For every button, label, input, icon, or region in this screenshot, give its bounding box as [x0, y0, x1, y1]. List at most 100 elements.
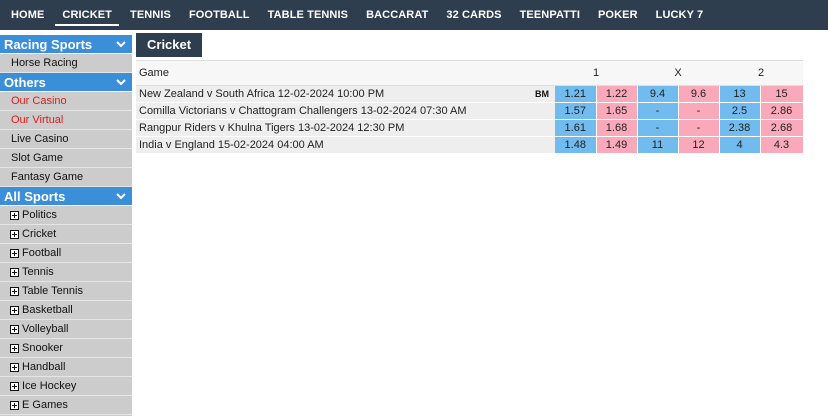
- match-name[interactable]: New Zealand v South Africa 12-02-2024 10…: [136, 85, 555, 103]
- nav-poker[interactable]: POKER: [589, 0, 647, 30]
- plus-icon: [10, 381, 19, 391]
- top-nav: HOME CRICKET TENNIS FOOTBALL TABLE TENNI…: [0, 0, 828, 30]
- odds-lay-1[interactable]: 1.49: [596, 136, 638, 154]
- column-header-1: 1: [555, 60, 637, 86]
- racing-sports-title: Racing Sports: [4, 36, 93, 52]
- odds-back-2[interactable]: 2.5: [719, 102, 761, 120]
- sidebar-item-table-tennis[interactable]: Table Tennis: [0, 282, 132, 301]
- tab-cricket[interactable]: Cricket: [136, 33, 203, 57]
- sidebar-item-label: Basketball: [22, 304, 73, 316]
- plus-icon: [10, 286, 19, 296]
- sidebar-item-basketball[interactable]: Basketball: [0, 301, 132, 320]
- sidebar-item-label: E Games: [22, 399, 68, 411]
- plus-icon: [10, 343, 19, 353]
- main-content: Cricket Game 1 X 2 New Zealand v South A…: [136, 33, 804, 154]
- others-header[interactable]: Others: [0, 73, 132, 92]
- bm-badge: BM: [535, 89, 549, 99]
- plus-icon: [10, 210, 19, 220]
- table-row: New Zealand v South Africa 12-02-2024 10…: [136, 85, 804, 103]
- chevron-down-icon: [114, 189, 128, 203]
- sidebar-item-label: Politics: [22, 209, 57, 221]
- sidebar-item-live-casino[interactable]: Live Casino: [0, 130, 132, 149]
- odds-back-2[interactable]: 2.38: [719, 119, 761, 137]
- nav-table-tennis[interactable]: TABLE TENNIS: [259, 0, 357, 30]
- odds-lay-2[interactable]: 4.3: [760, 136, 804, 154]
- odds-lay-1[interactable]: 1.22: [596, 85, 638, 103]
- chevron-down-icon: [114, 75, 128, 89]
- table-header-row: Game 1 X 2: [136, 60, 803, 86]
- all-sports-header[interactable]: All Sports: [0, 187, 132, 206]
- sidebar-item-football[interactable]: Football: [0, 244, 132, 263]
- odds-lay-x[interactable]: 9.6: [678, 85, 720, 103]
- match-name[interactable]: Comilla Victorians v Chattogram Challeng…: [136, 102, 555, 120]
- nav-baccarat[interactable]: BACCARAT: [357, 0, 437, 30]
- sidebar-item-label: Table Tennis: [22, 285, 83, 297]
- sidebar-item-cricket[interactable]: Cricket: [0, 225, 132, 244]
- odds-back-1[interactable]: 1.48: [555, 136, 597, 154]
- match-name-text: New Zealand v South Africa 12-02-2024 10…: [139, 88, 385, 100]
- sidebar-item-ice-hockey[interactable]: Ice Hockey: [0, 377, 132, 396]
- sidebar-item-slot-game[interactable]: Slot Game: [0, 149, 132, 168]
- racing-sports-header[interactable]: Racing Sports: [0, 35, 132, 54]
- sidebar-item-label: Football: [22, 247, 62, 259]
- nav-teenpatti[interactable]: TEENPATTI: [511, 0, 589, 30]
- table-row: Rangpur Riders v Khulna Tigers 13-02-202…: [136, 119, 804, 137]
- odds-lay-1[interactable]: 1.68: [596, 119, 638, 137]
- plus-icon: [10, 267, 19, 277]
- nav-cricket[interactable]: CRICKET: [53, 0, 121, 30]
- plus-icon: [10, 305, 19, 315]
- plus-icon: [10, 324, 19, 334]
- match-name[interactable]: India v England 15-02-2024 04:00 AM: [136, 136, 555, 154]
- odds-lay-2[interactable]: 15: [760, 85, 804, 103]
- sidebar-item-our-virtual[interactable]: Our Virtual: [0, 111, 132, 130]
- match-name-text: Comilla Victorians v Chattogram Challeng…: [139, 105, 467, 117]
- odds-lay-x[interactable]: -: [678, 102, 720, 120]
- column-header-game: Game: [136, 60, 555, 86]
- column-header-x: X: [637, 60, 719, 86]
- odds-back-2[interactable]: 13: [719, 85, 761, 103]
- odds-lay-x[interactable]: -: [678, 119, 720, 137]
- odds-back-1[interactable]: 1.21: [555, 85, 597, 103]
- odds-lay-1[interactable]: 1.65: [596, 102, 638, 120]
- odds-lay-2[interactable]: 2.68: [760, 119, 804, 137]
- plus-icon: [10, 248, 19, 258]
- sidebar-item-tennis[interactable]: Tennis: [0, 263, 132, 282]
- odds-lay-2[interactable]: 2.86: [760, 102, 804, 120]
- nav-lucky-7[interactable]: LUCKY 7: [647, 0, 713, 30]
- nav-32-cards[interactable]: 32 CARDS: [437, 0, 510, 30]
- column-header-2: 2: [719, 60, 803, 86]
- others-title: Others: [4, 74, 46, 90]
- sidebar-item-politics[interactable]: Politics: [0, 206, 132, 225]
- match-name-text: Rangpur Riders v Khulna Tigers 13-02-202…: [139, 122, 405, 134]
- table-row: India v England 15-02-2024 04:00 AM 1.48…: [136, 136, 804, 154]
- nav-football[interactable]: FOOTBALL: [180, 0, 259, 30]
- odds-back-1[interactable]: 1.57: [555, 102, 597, 120]
- table-row: Comilla Victorians v Chattogram Challeng…: [136, 102, 804, 120]
- sidebar-item-label: Cricket: [22, 228, 57, 240]
- sidebar-item-fantasy-game[interactable]: Fantasy Game: [0, 168, 132, 187]
- odds-lay-x[interactable]: 12: [678, 136, 720, 154]
- plus-icon: [10, 400, 19, 410]
- odds-back-2[interactable]: 4: [719, 136, 761, 154]
- odds-back-x[interactable]: 11: [637, 136, 679, 154]
- sidebar-item-our-casino[interactable]: Our Casino: [0, 92, 132, 111]
- sidebar-item-horse-racing[interactable]: Horse Racing: [0, 54, 132, 73]
- match-name[interactable]: Rangpur Riders v Khulna Tigers 13-02-202…: [136, 119, 555, 137]
- sidebar-item-snooker[interactable]: Snooker: [0, 339, 132, 358]
- chevron-down-icon: [114, 37, 128, 51]
- sidebar-item-label: Ice Hockey: [22, 380, 77, 392]
- sidebar-item-handball[interactable]: Handball: [0, 358, 132, 377]
- sidebar-item-label: Handball: [22, 361, 66, 373]
- odds-back-1[interactable]: 1.61: [555, 119, 597, 137]
- odds-back-x[interactable]: -: [637, 119, 679, 137]
- nav-tennis[interactable]: TENNIS: [121, 0, 180, 30]
- odds-back-x[interactable]: 9.4: [637, 85, 679, 103]
- plus-icon: [10, 362, 19, 372]
- match-name-text: India v England 15-02-2024 04:00 AM: [139, 139, 324, 151]
- sidebar-item-volleyball[interactable]: Volleyball: [0, 320, 132, 339]
- sidebar-item-e-games[interactable]: E Games: [0, 396, 132, 415]
- nav-home[interactable]: HOME: [2, 0, 53, 30]
- odds-back-x[interactable]: -: [637, 102, 679, 120]
- sidebar-item-label: Snooker: [22, 342, 63, 354]
- sidebar-item-label: Volleyball: [22, 323, 69, 335]
